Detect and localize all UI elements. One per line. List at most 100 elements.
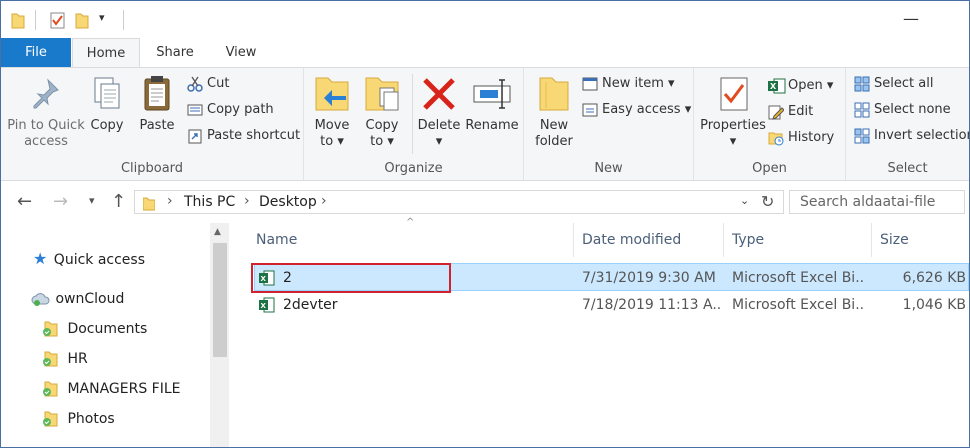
- open-button[interactable]: X Open ▾: [768, 76, 833, 96]
- new-group-label: New: [594, 161, 623, 176]
- invert-selection-label: Invert selection: [874, 128, 970, 143]
- copy-icon: [94, 77, 120, 109]
- table-row[interactable]: X 2devter 7/18/2019 11:13 A... Microsoft…: [254, 291, 969, 319]
- copy-button[interactable]: Copy: [87, 74, 127, 134]
- nav-item-photos[interactable]: Photos: [41, 408, 115, 430]
- rename-button[interactable]: Rename: [464, 74, 520, 134]
- minimize-icon[interactable]: —: [903, 9, 919, 28]
- recent-locations-chevron-icon[interactable]: ▾: [89, 194, 95, 207]
- pin-to-quick-access-button[interactable]: Pin to Quick access: [7, 74, 85, 150]
- separator: [412, 74, 413, 154]
- copy-to-label-line2: to: [370, 134, 384, 149]
- tab-file[interactable]: File: [1, 38, 71, 67]
- move-label-line1: Move: [314, 118, 350, 133]
- organize-group: Move to ▾ Copy to ▾ Delete ▾ Rename Orga…: [304, 68, 524, 180]
- nav-item-managers-file[interactable]: MANAGERS FILE: [41, 378, 181, 400]
- paste-button[interactable]: Paste: [135, 74, 179, 134]
- paste-icon: [144, 76, 170, 111]
- new-group: New folder New item ▾ Easy access ▾ New: [524, 68, 694, 180]
- easy-access-button[interactable]: Easy access ▾: [582, 100, 691, 120]
- move-to-icon: [315, 77, 349, 111]
- new-item-button[interactable]: New item ▾: [582, 74, 675, 94]
- column-header-size[interactable]: Size: [872, 223, 969, 257]
- clipboard-group-label: Clipboard: [120, 161, 184, 176]
- paste-shortcut-button[interactable]: Paste shortcut: [187, 126, 300, 146]
- move-to-button[interactable]: Move to ▾: [312, 74, 352, 150]
- edit-button[interactable]: Edit: [768, 102, 813, 122]
- column-header-type[interactable]: Type: [724, 223, 872, 257]
- search-placeholder: Search aldaatai-file: [800, 194, 936, 210]
- forward-arrow-icon[interactable]: →: [53, 191, 68, 212]
- select-none-label: Select none: [874, 102, 951, 117]
- file-date: 7/31/2019 9:30 AM: [582, 270, 716, 286]
- copy-to-button[interactable]: Copy to ▾: [360, 74, 404, 150]
- select-none-button[interactable]: Select none: [854, 100, 951, 120]
- up-arrow-icon[interactable]: ↑: [111, 191, 126, 212]
- history-button[interactable]: History: [768, 128, 834, 148]
- new-folder-button[interactable]: New folder: [532, 74, 576, 150]
- rename-icon: [473, 79, 511, 109]
- file-explorer-window: ▾ — File Home Share View Pin to Quick ac…: [0, 0, 970, 448]
- copy-to-label-line1: Copy: [365, 118, 399, 133]
- properties-button[interactable]: Properties ▾: [698, 74, 768, 150]
- new-folder-icon[interactable]: [75, 10, 89, 30]
- new-folder-label-line2: folder: [535, 134, 573, 149]
- file-date: 7/18/2019 11:13 A...: [582, 297, 722, 313]
- file-type: Microsoft Excel Bi...: [732, 270, 864, 286]
- nav-item-quick-access[interactable]: ★ Quick access: [33, 248, 145, 270]
- clipboard-group: Pin to Quick access Copy Paste Cut Copy …: [1, 68, 304, 180]
- address-bar[interactable]: › This PC › Desktop › ⌄ ↻: [134, 190, 784, 214]
- ribbon: Pin to Quick access Copy Paste Cut Copy …: [1, 67, 969, 181]
- breadcrumb-this-pc[interactable]: This PC: [184, 194, 235, 210]
- copy-path-button[interactable]: Copy path: [187, 100, 274, 120]
- new-item-label: New item: [602, 76, 664, 91]
- tab-home[interactable]: Home: [72, 38, 140, 67]
- tab-view[interactable]: View: [211, 38, 271, 67]
- paste-shortcut-label: Paste shortcut: [207, 128, 301, 143]
- synced-folder-icon: [43, 351, 58, 367]
- invert-selection-button[interactable]: Invert selection: [854, 126, 970, 146]
- search-input[interactable]: Search aldaatai-file: [789, 190, 965, 214]
- tab-share[interactable]: Share: [145, 38, 205, 67]
- copy-label: Copy: [90, 118, 124, 133]
- back-arrow-icon[interactable]: ←: [17, 191, 32, 212]
- file-type: Microsoft Excel Bi...: [732, 297, 864, 313]
- delete-x-icon: [423, 78, 455, 110]
- history-icon: [768, 132, 784, 145]
- file-list: ^ Name Date modified Type Size X 2 7/31/…: [232, 217, 969, 447]
- open-group: Properties ▾ X Open ▾ Edit History Open: [694, 68, 846, 180]
- cloud-icon: [31, 293, 50, 306]
- nav-item-owncloud[interactable]: ownCloud: [31, 288, 124, 310]
- properties-checkmark-icon[interactable]: [49, 10, 67, 30]
- breadcrumb-desktop[interactable]: Desktop: [259, 194, 317, 210]
- nav-pane-scroll-thumb[interactable]: [213, 243, 227, 357]
- nav-item-label: ownCloud: [55, 291, 125, 307]
- paste-shortcut-icon: [188, 129, 202, 143]
- nav-item-hr[interactable]: HR: [41, 348, 88, 370]
- nav-item-label: Documents: [67, 321, 148, 337]
- new-folder-label-line1: New: [539, 118, 569, 133]
- breadcrumb-separator-icon: ›: [167, 193, 173, 209]
- navigation-pane: ★ Quick access ownCloud Documents HR MAN…: [1, 219, 231, 447]
- scroll-up-arrow-icon[interactable]: ▲: [214, 227, 221, 237]
- customize-quick-access-icon[interactable]: ▾: [99, 11, 105, 31]
- edit-pencil-icon: [768, 105, 785, 120]
- refresh-icon[interactable]: ↻: [761, 192, 774, 211]
- properties-label: Properties: [700, 118, 766, 133]
- cut-button[interactable]: Cut: [187, 74, 229, 94]
- open-label: Open: [788, 78, 823, 93]
- synced-folder-icon: [43, 411, 58, 427]
- open-group-label: Open: [752, 161, 787, 176]
- new-folder-icon: [539, 77, 569, 111]
- rename-label: Rename: [465, 118, 519, 133]
- history-label: History: [788, 130, 835, 145]
- folder-icon: [11, 13, 25, 29]
- select-all-button[interactable]: Select all: [854, 74, 933, 94]
- nav-item-documents[interactable]: Documents: [41, 318, 147, 340]
- address-dropdown-chevron-icon[interactable]: ⌄: [740, 194, 749, 207]
- delete-button[interactable]: Delete ▾: [416, 74, 462, 150]
- excel-file-icon: X: [259, 297, 275, 313]
- column-header-date-modified[interactable]: Date modified: [574, 223, 724, 257]
- copy-to-icon: [365, 77, 399, 111]
- column-header-name[interactable]: Name: [248, 223, 574, 257]
